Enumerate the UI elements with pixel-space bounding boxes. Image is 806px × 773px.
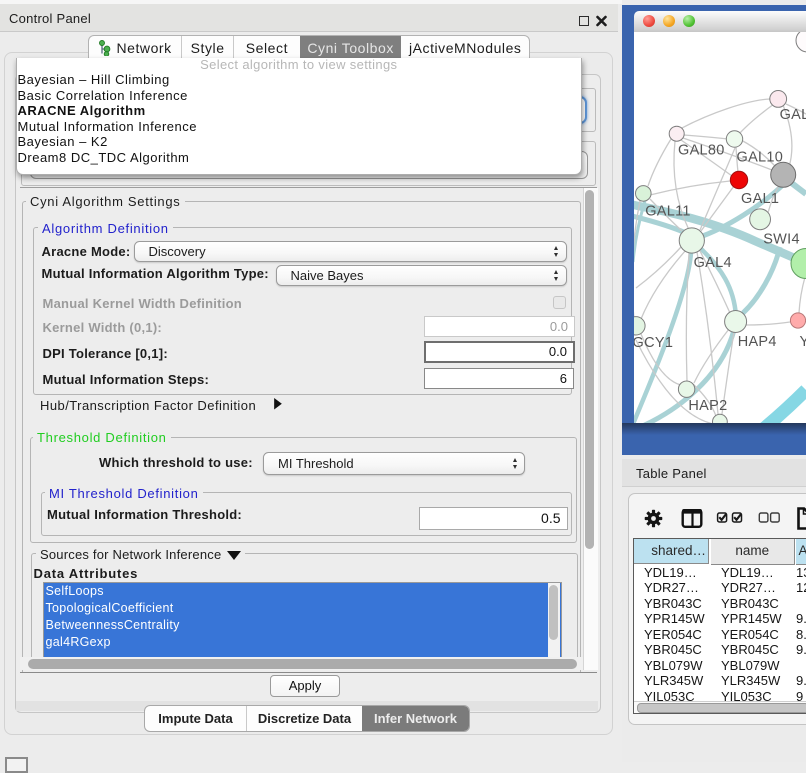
svg-text:GCY1: GCY1	[634, 335, 673, 351]
svg-text:SWI4: SWI4	[763, 232, 800, 248]
svg-text:Y: Y	[800, 334, 806, 350]
svg-text:GAL: GAL	[780, 107, 806, 123]
svg-text:GAL11: GAL11	[645, 204, 691, 220]
svg-text:HAP2: HAP2	[688, 398, 727, 414]
svg-text:HAP4: HAP4	[738, 334, 777, 350]
svg-text:GAL80: GAL80	[678, 143, 725, 159]
svg-text:GAL10: GAL10	[737, 150, 784, 166]
svg-text:GAL4: GAL4	[694, 255, 732, 271]
svg-text:GAL1: GAL1	[741, 191, 779, 207]
